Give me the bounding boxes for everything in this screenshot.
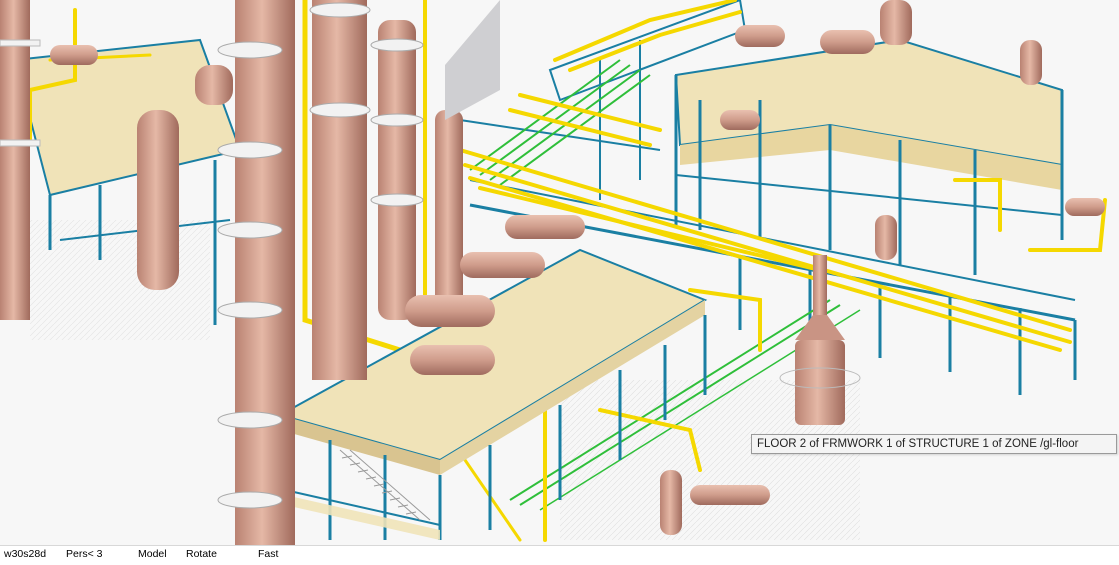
heat-exchanger-1[interactable] — [505, 215, 585, 239]
status-view-name: w30s28d — [4, 548, 47, 560]
distillation-column-5[interactable] — [435, 110, 463, 310]
object-hover-tooltip: FLOOR 2 of FRMWORK 1 of STRUCTURE 1 of Z… — [751, 434, 1117, 454]
status-action[interactable]: Rotate — [186, 548, 217, 560]
distillation-column-4[interactable] — [370, 20, 424, 320]
heat-exchanger-3[interactable] — [405, 295, 495, 327]
small-drum-left[interactable] — [195, 65, 233, 105]
status-mode[interactable]: Model — [138, 548, 167, 560]
status-speed[interactable]: Fast — [258, 548, 278, 560]
distillation-column-3[interactable] — [309, 0, 371, 380]
vertical-vessel-left[interactable] — [137, 110, 179, 290]
status-projection[interactable]: Pers< 3 — [66, 548, 102, 560]
status-bar: w30s28d Pers< 3 Model Rotate Fast — [0, 545, 1119, 565]
vessel-top-right-3[interactable] — [880, 0, 912, 45]
3d-viewport[interactable]: FLOOR 2 of FRMWORK 1 of STRUCTURE 1 of Z… — [0, 0, 1119, 545]
vertical-drum-1[interactable] — [660, 470, 682, 535]
heat-exchanger-2[interactable] — [460, 252, 545, 278]
vessel-top-right-2[interactable] — [820, 30, 875, 54]
vessel-top-right-1[interactable] — [735, 25, 785, 47]
heat-exchanger-4[interactable] — [410, 345, 495, 375]
plant-model-scene[interactable] — [0, 0, 1119, 545]
horizontal-vessel-5[interactable] — [690, 485, 770, 505]
vessel-top-left[interactable] — [50, 45, 98, 65]
